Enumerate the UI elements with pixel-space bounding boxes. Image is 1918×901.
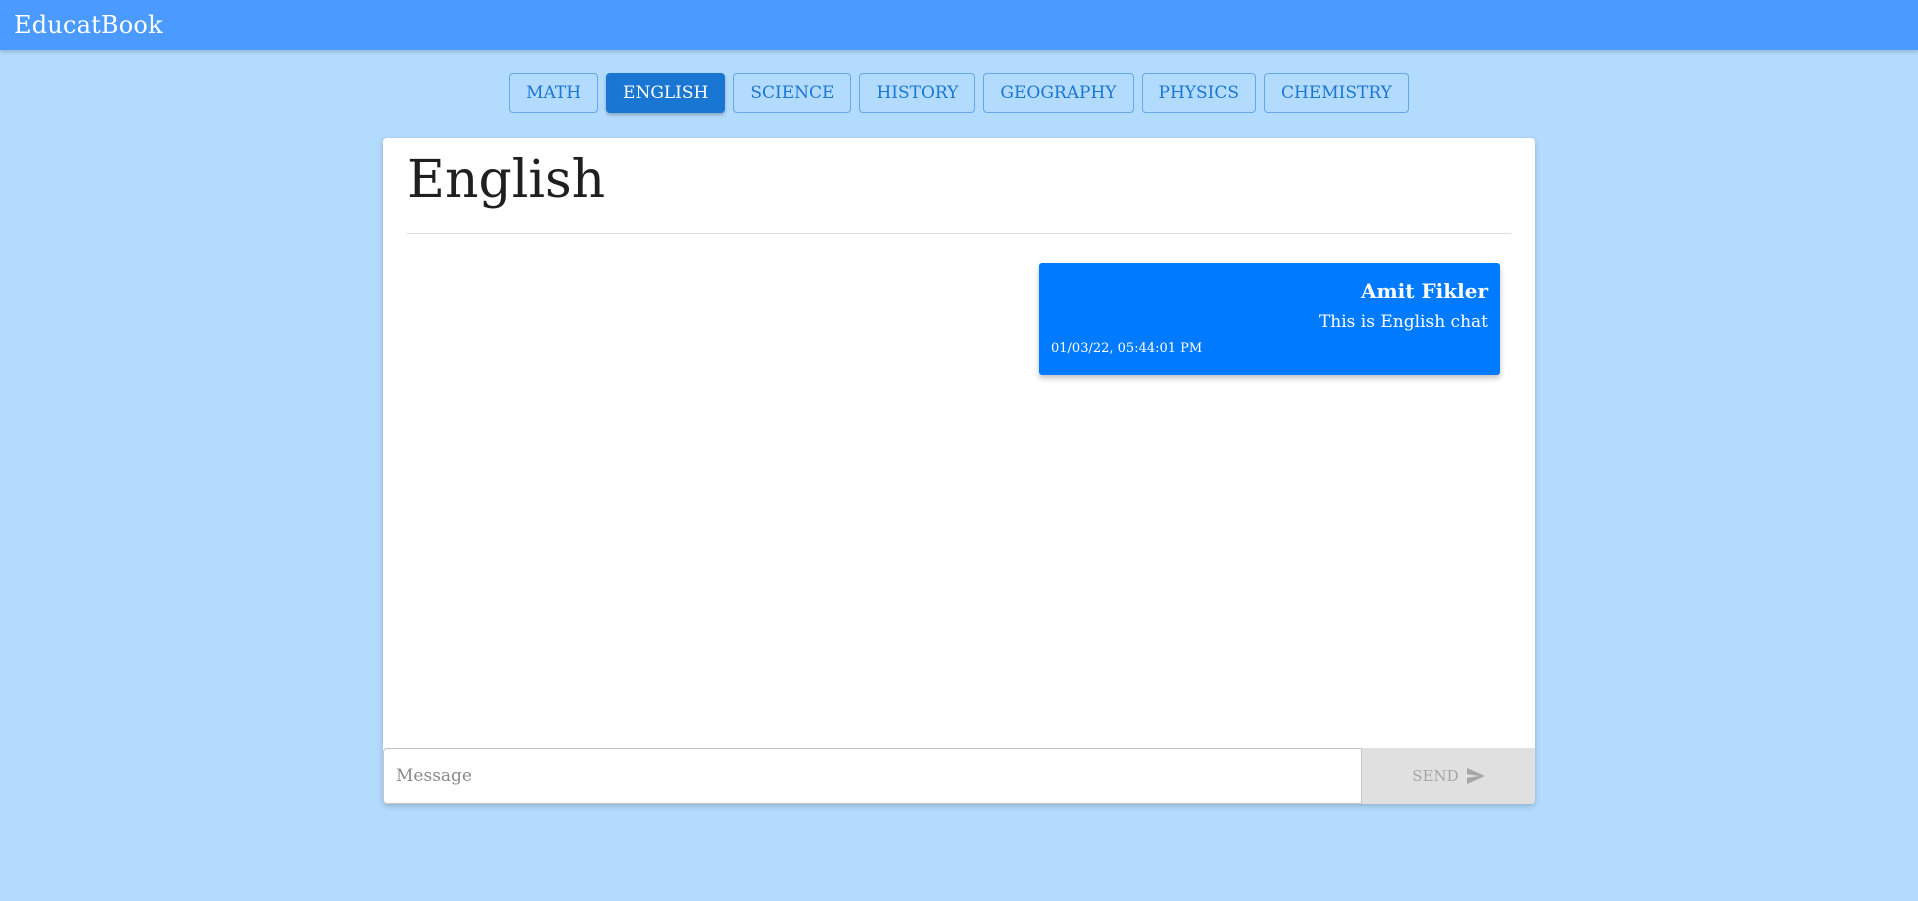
message-sender: Amit Fikler [1361, 279, 1488, 303]
title-divider [407, 233, 1511, 234]
message-timestamp: 01/03/22, 05:44:01 PM [1051, 341, 1203, 356]
tab-chemistry[interactable]: CHEMISTRY [1264, 73, 1409, 113]
send-button[interactable]: SEND [1362, 748, 1535, 804]
message-composer: SEND [383, 748, 1535, 804]
chat-panel: English Amit Fikler This is English chat… [383, 138, 1535, 804]
message-input[interactable] [383, 748, 1362, 804]
chat-title: English [407, 150, 606, 210]
tab-geography[interactable]: GEOGRAPHY [983, 73, 1134, 113]
tab-physics[interactable]: PHYSICS [1141, 73, 1257, 113]
tab-history[interactable]: HISTORY [859, 73, 976, 113]
app-title: EducatBook [14, 11, 163, 39]
app-bar: EducatBook [0, 0, 1918, 50]
message-text: This is English chat [1318, 312, 1488, 332]
tab-math[interactable]: MATH [509, 73, 599, 113]
tab-english[interactable]: ENGLISH [606, 73, 726, 113]
message-list[interactable]: Amit Fikler This is English chat 01/03/2… [407, 246, 1511, 626]
message-bubble: Amit Fikler This is English chat 01/03/2… [1039, 263, 1500, 375]
send-button-label: SEND [1412, 767, 1459, 785]
tab-science[interactable]: SCIENCE [733, 73, 852, 113]
send-icon [1466, 768, 1485, 784]
subject-tabs: MATH ENGLISH SCIENCE HISTORY GEOGRAPHY P… [0, 73, 1918, 113]
